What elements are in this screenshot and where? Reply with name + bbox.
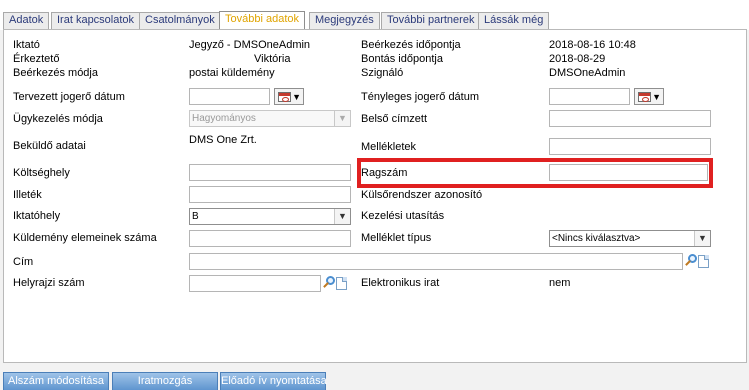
ugykezeles-modja-selected: Hagyományos xyxy=(192,113,256,124)
kuldemeny-elemeinek-szama-input[interactable] xyxy=(189,230,351,247)
label-tervezett-jogero-datum: Tervezett jogerő dátum xyxy=(13,91,125,103)
ragszam-highlight-box xyxy=(357,158,713,188)
action-bar: Alszám módosítása Iratmozgás Előadó ív n… xyxy=(0,371,749,390)
label-cim: Cím xyxy=(13,256,34,268)
label-ugykezeles-modja: Ügykezelés módja xyxy=(13,113,103,125)
koltseghely-input[interactable] xyxy=(189,164,351,181)
label-helyrajzi-szam: Helyrajzi szám xyxy=(13,277,85,289)
search-icon[interactable] xyxy=(322,275,336,291)
tab-irat-kapcsolatok[interactable]: Irat kapcsolatok xyxy=(51,12,141,29)
document-icon[interactable] xyxy=(336,277,347,290)
label-erkezteto: Érkeztető xyxy=(13,53,60,65)
value-bontas-idopontja: 2018-08-29 xyxy=(549,53,606,65)
label-kulsorendszer-azonosito: Külsőrendszer azonosító xyxy=(361,189,483,201)
label-beerkezes-modja: Beérkezés módja xyxy=(13,67,98,79)
helyrajzi-szam-input[interactable] xyxy=(189,275,321,292)
tervezett-jogero-calendar-button[interactable]: ▼ xyxy=(274,88,304,105)
eloado-iv-nyomtatasa-button[interactable]: Előadó ív nyomtatása xyxy=(220,372,327,390)
label-iktatohely: Iktatóhely xyxy=(13,210,61,222)
mellekletek-input[interactable] xyxy=(549,138,711,155)
label-iktato: Iktató xyxy=(13,39,40,51)
label-bekuldo-adatai: Beküldő adatai xyxy=(13,140,86,152)
iktatohely-select[interactable]: B ▼ xyxy=(189,208,351,225)
alszam-modositasa-button[interactable]: Alszám módosítása xyxy=(3,372,109,390)
tab-bar: Adatok Irat kapcsolatok Csatolmányok Tov… xyxy=(0,0,749,30)
label-bontas-idopontja: Bontás időpontja xyxy=(361,53,443,65)
tab-lassak-meg[interactable]: Lássák még xyxy=(478,12,550,29)
value-szignalo: DMSOneAdmin xyxy=(549,67,626,79)
tab-tovabbi-partnerek[interactable]: További partnerek xyxy=(381,12,481,29)
tab-tovabbi-adatok[interactable]: További adatok xyxy=(219,11,305,30)
tab-csatolmanyok[interactable]: Csatolmányok xyxy=(139,12,221,29)
calendar-icon xyxy=(278,92,291,102)
label-szignalo: Szignáló xyxy=(361,67,404,79)
tenyleges-jogero-datum-input[interactable] xyxy=(549,88,630,105)
illetek-input[interactable] xyxy=(189,186,351,203)
iratmozgas-button[interactable]: Iratmozgás xyxy=(112,372,218,390)
tervezett-jogero-datum-input[interactable] xyxy=(189,88,270,105)
label-melleklet-tipus: Melléklet típus xyxy=(361,232,432,244)
document-icon[interactable] xyxy=(698,255,709,268)
value-bekuldo-adatai: DMS One Zrt. xyxy=(189,134,257,146)
label-illetek: Illeték xyxy=(13,189,42,201)
chevron-down-icon: ▼ xyxy=(652,92,661,102)
label-tenyleges-jogero-datum: Tényleges jogerő dátum xyxy=(361,91,480,103)
cim-input[interactable] xyxy=(189,253,683,270)
label-kuldemeny-elemeinek-szama: Küldemény elemeinek száma xyxy=(13,232,157,244)
label-belso-cimzett: Belső címzett xyxy=(361,113,428,125)
label-koltseghely: Költséghely xyxy=(13,167,70,179)
belso-cimzett-input[interactable] xyxy=(549,110,711,127)
search-icon[interactable] xyxy=(684,253,698,269)
value-erkezteto: Viktória xyxy=(254,53,291,65)
melleklet-tipus-selected: <Nincs kiválasztva> xyxy=(552,233,641,244)
ugykezeles-modja-select[interactable]: Hagyományos ▼ xyxy=(189,110,351,127)
calendar-icon xyxy=(638,92,651,102)
tab-megjegyzes[interactable]: Megjegyzés xyxy=(309,12,380,29)
value-iktato: Jegyző - DMSOneAdmin xyxy=(189,39,311,51)
chevron-down-icon: ▼ xyxy=(292,92,301,102)
details-panel: Iktató Érkeztető Beérkezés módja Terveze… xyxy=(3,29,747,363)
value-elektronikus-irat: nem xyxy=(549,277,571,289)
label-beerkezes-idopontja: Beérkezés időpontja xyxy=(361,39,461,51)
melleklet-tipus-select[interactable]: <Nincs kiválasztva> ▼ xyxy=(549,230,711,247)
value-beerkezes-modja: postai küldemény xyxy=(189,67,275,79)
tenyleges-jogero-calendar-button[interactable]: ▼ xyxy=(634,88,664,105)
label-kezelesi-utasitas: Kezelési utasítás xyxy=(361,210,445,222)
label-mellekletek: Mellékletek xyxy=(361,141,417,153)
value-beerkezes-idopontja: 2018-08-16 10:48 xyxy=(549,39,636,51)
chevron-down-icon: ▼ xyxy=(694,231,710,246)
chevron-down-icon: ▼ xyxy=(334,209,350,224)
chevron-down-icon: ▼ xyxy=(334,111,350,126)
tab-adatok[interactable]: Adatok xyxy=(3,12,50,29)
label-elektronikus-irat: Elektronikus irat xyxy=(361,277,440,289)
iktatohely-selected: B xyxy=(192,211,199,222)
